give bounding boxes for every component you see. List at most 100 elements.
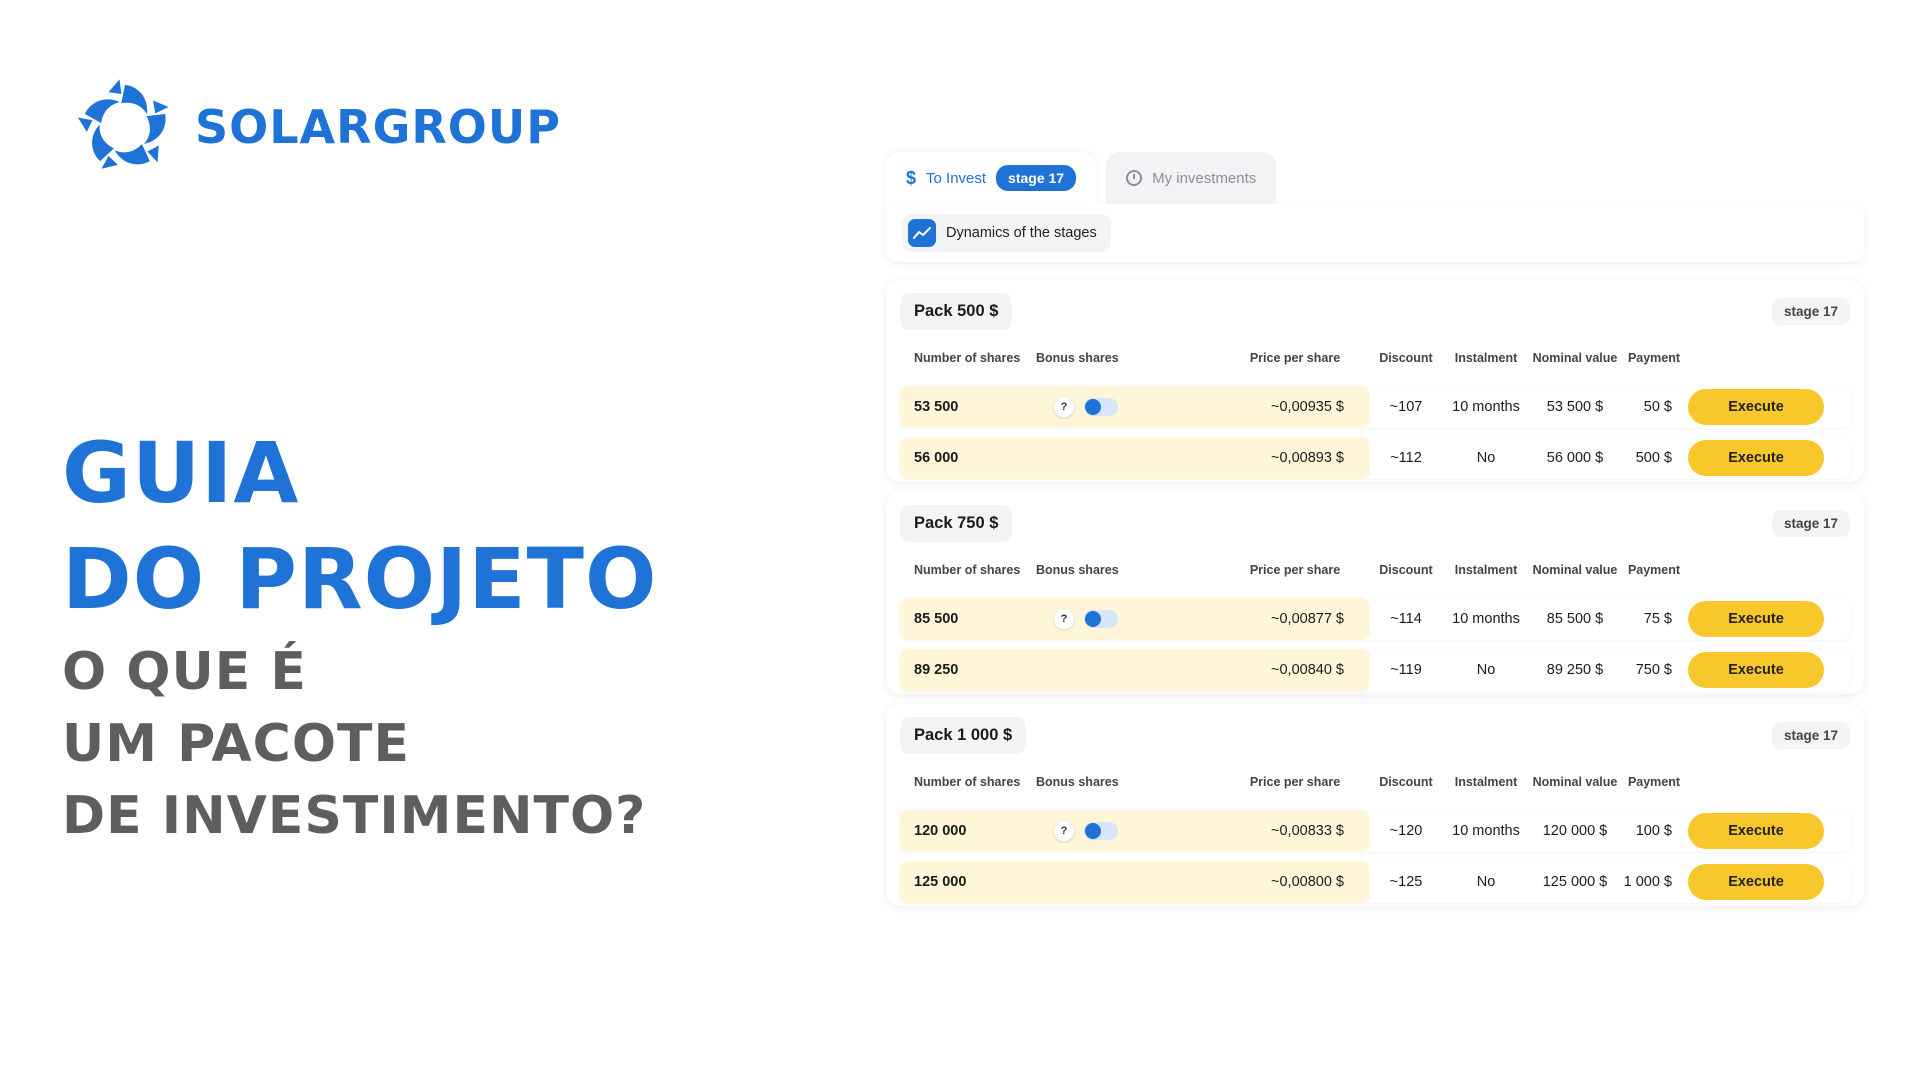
help-icon[interactable]: ?	[1054, 397, 1074, 417]
tab-my-investments-label: My investments	[1152, 169, 1257, 187]
price-value: ~0,00840 $	[1271, 662, 1344, 678]
bonus-cell: ?	[1036, 609, 1190, 629]
col-price: Price per share	[1249, 563, 1341, 577]
col-bonus: Bonus shares	[1036, 775, 1119, 789]
hero-line-4: UM PACOTE	[62, 714, 411, 774]
discount-value: ~125	[1389, 874, 1423, 890]
payment-value: 1 000 $	[1623, 874, 1672, 890]
instalment-value: 10 months	[1452, 823, 1520, 839]
pack-row: 120 000 ? ~0,00833 $ ~120 10 months 120 …	[900, 810, 1850, 852]
shares-value: 125 000	[914, 874, 967, 890]
payment-value: 500 $	[1635, 450, 1672, 466]
col-discount: Discount	[1379, 351, 1433, 365]
hero-line-1: GUIA	[62, 424, 300, 522]
price-value: ~0,00877 $	[1271, 611, 1344, 627]
shares-value: 89 250	[914, 662, 959, 678]
pack-card: Pack 750 $ stage 17 Number of shares Bon…	[886, 492, 1864, 694]
col-instalment: Instalment	[1454, 775, 1518, 789]
pack-card: Pack 500 $ stage 17 Number of shares Bon…	[886, 280, 1864, 482]
bonus-toggle[interactable]	[1084, 610, 1118, 628]
col-payment: Payment	[1627, 563, 1681, 577]
bonus-toggle[interactable]	[1084, 822, 1118, 840]
col-shares: Number of shares	[914, 351, 1021, 365]
discount-value: ~119	[1390, 662, 1422, 678]
shares-value: 120 000	[914, 823, 967, 839]
shares-value: 85 500	[914, 611, 959, 627]
nominal-value: 89 250 $	[1546, 662, 1604, 678]
brand-name: SOLARGROUP	[195, 100, 561, 154]
investment-panel: $ To Invest stage 17 My investments Dyna…	[886, 152, 1864, 906]
price-value: ~0,00935 $	[1271, 399, 1344, 415]
nominal-value: 56 000 $	[1546, 450, 1604, 466]
col-payment: Payment	[1627, 775, 1681, 789]
shares-value: 53 500	[914, 399, 959, 415]
dynamics-button[interactable]: Dynamics of the stages	[902, 214, 1111, 252]
gift-icon	[1085, 399, 1101, 415]
col-shares: Number of shares	[914, 563, 1021, 577]
tab-bar: $ To Invest stage 17 My investments	[886, 152, 1864, 204]
bonus-toggle[interactable]	[1084, 398, 1118, 416]
clock-icon	[1126, 170, 1143, 186]
column-headers: Number of shares Bonus shares Price per …	[900, 542, 1850, 598]
hero-line-5: DE INVESTIMENTO?	[62, 786, 647, 846]
pack-title: Pack 500 $	[900, 292, 1013, 330]
price-value: ~0,00833 $	[1271, 823, 1344, 839]
gift-icon	[1085, 611, 1101, 627]
execute-button[interactable]: Execute	[1688, 864, 1824, 900]
col-nominal: Nominal value	[1532, 774, 1618, 789]
col-bonus: Bonus shares	[1036, 351, 1119, 365]
price-value: ~0,00893 $	[1271, 450, 1344, 466]
brand-logo: SOLARGROUP	[65, 72, 561, 182]
trend-chart-icon	[908, 219, 936, 247]
hero-line-2: DO PROJETO	[62, 530, 658, 628]
dollar-icon: $	[906, 167, 917, 188]
hero-line-3: O QUE É	[62, 642, 307, 702]
tab-to-invest-label: To Invest	[926, 169, 987, 187]
discount-value: ~107	[1389, 399, 1423, 415]
col-price: Price per share	[1249, 351, 1341, 365]
stage-pill: stage 17	[1771, 721, 1850, 749]
pack-row: 125 000 ~0,00800 $ ~125 No 125 000 $ 1 0…	[900, 861, 1850, 903]
help-icon[interactable]: ?	[1054, 821, 1074, 841]
tab-to-invest[interactable]: $ To Invest stage 17	[886, 152, 1097, 204]
pack-row: 89 250 ~0,00840 $ ~119 No 89 250 $ 750 $…	[900, 649, 1850, 691]
execute-button[interactable]: Execute	[1688, 652, 1824, 688]
nominal-value: 85 500 $	[1546, 611, 1604, 627]
execute-button[interactable]: Execute	[1688, 813, 1824, 849]
payment-value: 50 $	[1643, 399, 1672, 415]
instalment-value: 10 months	[1452, 399, 1520, 415]
pack-row: 53 500 ? ~0,00935 $ ~107 10 months 53 50…	[900, 386, 1850, 428]
pack-row: 85 500 ? ~0,00877 $ ~114 10 months 85 50…	[900, 598, 1850, 640]
instalment-value: No	[1476, 662, 1496, 678]
instalment-value: No	[1476, 874, 1496, 890]
instalment-value: 10 months	[1452, 611, 1520, 627]
execute-button[interactable]: Execute	[1688, 440, 1824, 476]
execute-button[interactable]: Execute	[1688, 601, 1824, 637]
col-bonus: Bonus shares	[1036, 563, 1119, 577]
tab-my-investments[interactable]: My investments	[1106, 152, 1277, 204]
pack-row: 56 000 ~0,00893 $ ~112 No 56 000 $ 500 $…	[900, 437, 1850, 479]
execute-button[interactable]: Execute	[1688, 389, 1824, 425]
col-price: Price per share	[1249, 775, 1341, 789]
col-discount: Discount	[1379, 775, 1433, 789]
hero-title: GUIA DO PROJETO O QUE É UM PACOTE DE INV…	[62, 420, 657, 852]
gift-icon	[1085, 823, 1101, 839]
dynamics-bar: Dynamics of the stages	[886, 204, 1864, 262]
col-discount: Discount	[1379, 563, 1433, 577]
discount-value: ~112	[1390, 450, 1422, 466]
stage-pill: stage 17	[1771, 297, 1850, 325]
col-instalment: Instalment	[1454, 351, 1518, 365]
payment-value: 100 $	[1635, 823, 1672, 839]
price-value: ~0,00800 $	[1271, 874, 1344, 890]
col-nominal: Nominal value	[1532, 562, 1618, 577]
nominal-value: 120 000 $	[1542, 823, 1608, 839]
col-instalment: Instalment	[1454, 563, 1518, 577]
stage-pill: stage 17	[1771, 509, 1850, 537]
col-payment: Payment	[1627, 351, 1681, 365]
bonus-cell: ?	[1036, 397, 1190, 417]
help-icon[interactable]: ?	[1054, 609, 1074, 629]
shares-value: 56 000	[914, 450, 959, 466]
column-headers: Number of shares Bonus shares Price per …	[900, 754, 1850, 810]
sun-petal-logo-icon	[77, 79, 169, 169]
column-headers: Number of shares Bonus shares Price per …	[900, 330, 1850, 386]
